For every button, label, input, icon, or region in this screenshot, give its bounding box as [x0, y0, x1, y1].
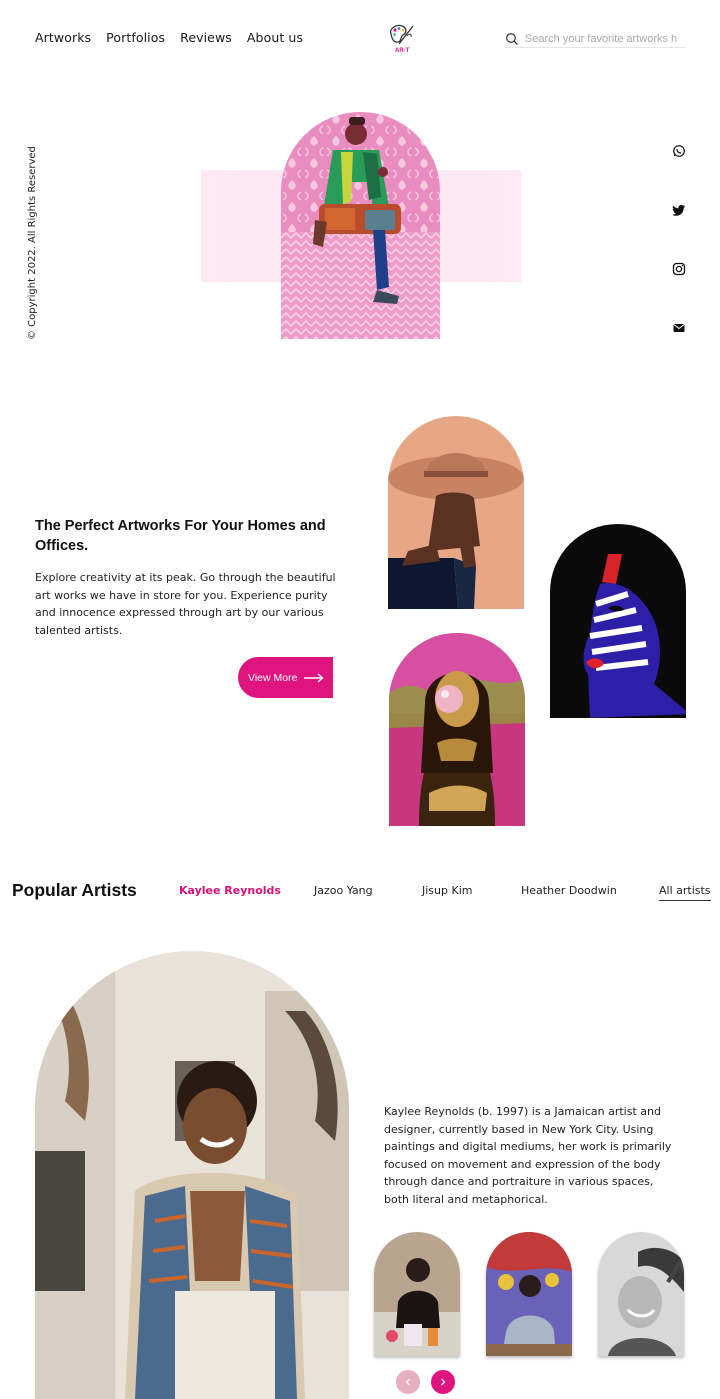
main-nav: Artworks Portfolios Reviews About us — [35, 30, 303, 45]
view-more-button[interactable]: View More — [238, 657, 333, 698]
artwork-hat-woman[interactable] — [388, 416, 524, 609]
artist-tab-heather-doodwin[interactable]: Heather Doodwin — [521, 884, 617, 897]
palette-logo-icon: AR-T — [390, 24, 414, 54]
whatsapp-icon[interactable] — [672, 144, 686, 158]
section-title: The Perfect Artworks For Your Homes and … — [35, 518, 326, 554]
arrow-right-icon — [304, 672, 324, 683]
seated-figure-painting-image — [281, 112, 440, 339]
artist-portrait-image — [35, 951, 349, 1399]
artist-bio: Kaylee Reynolds (b. 1997) is a Jamaican … — [384, 1105, 672, 1206]
nav-reviews[interactable]: Reviews — [180, 30, 232, 45]
nav-portfolios[interactable]: Portfolios — [106, 30, 165, 45]
artist-tab-jisup-kim[interactable]: Jisup Kim — [422, 884, 472, 897]
copyright-text: © Copyright 2022. All Rights Reserved — [27, 146, 38, 340]
artist-thumbnail-2[interactable] — [486, 1232, 572, 1356]
artist-thumbnail-3[interactable] — [598, 1232, 684, 1356]
section-description: Explore creativity at its peak. Go throu… — [35, 571, 336, 637]
twitter-icon[interactable] — [672, 203, 686, 217]
social-links — [672, 144, 688, 380]
artist-bw-portrait-image — [598, 1232, 684, 1356]
search-bar — [505, 30, 686, 48]
site-logo[interactable]: AR-T — [385, 22, 417, 54]
svg-text:AR-T: AR-T — [395, 48, 410, 54]
hat-woman-painting-image — [388, 416, 524, 609]
blue-face-painting-image — [550, 524, 686, 718]
search-icon[interactable] — [505, 32, 519, 46]
artist-working-image — [374, 1232, 460, 1356]
search-input[interactable] — [524, 32, 686, 45]
instagram-icon[interactable] — [672, 262, 686, 276]
popular-artists-title: Popular Artists — [12, 880, 137, 900]
artwork-face-portrait[interactable] — [550, 524, 686, 718]
artist-thumbnail-1[interactable] — [374, 1232, 460, 1356]
chevron-left-icon — [405, 1378, 410, 1386]
artist-tab-jazoo-yang[interactable]: Jazoo Yang — [314, 884, 373, 897]
mona-lisa-bubblegum-image — [389, 633, 525, 826]
all-artists-link[interactable]: All artists — [659, 884, 711, 901]
hero-artwork — [281, 112, 440, 339]
artist-tab-kaylee-reynolds[interactable]: Kaylee Reynolds — [179, 884, 281, 897]
view-more-label: View More — [248, 671, 298, 684]
mail-icon[interactable] — [672, 321, 686, 335]
nav-artworks[interactable]: Artworks — [35, 30, 91, 45]
chevron-right-icon — [441, 1378, 446, 1386]
carousel-next-button[interactable] — [431, 1370, 455, 1394]
artist-seated-image — [486, 1232, 572, 1356]
carousel-prev-button[interactable] — [396, 1370, 420, 1394]
featured-artist-photo — [35, 951, 349, 1399]
artwork-mona-lisa-bubblegum[interactable] — [389, 633, 525, 826]
nav-about-us[interactable]: About us — [247, 30, 303, 45]
